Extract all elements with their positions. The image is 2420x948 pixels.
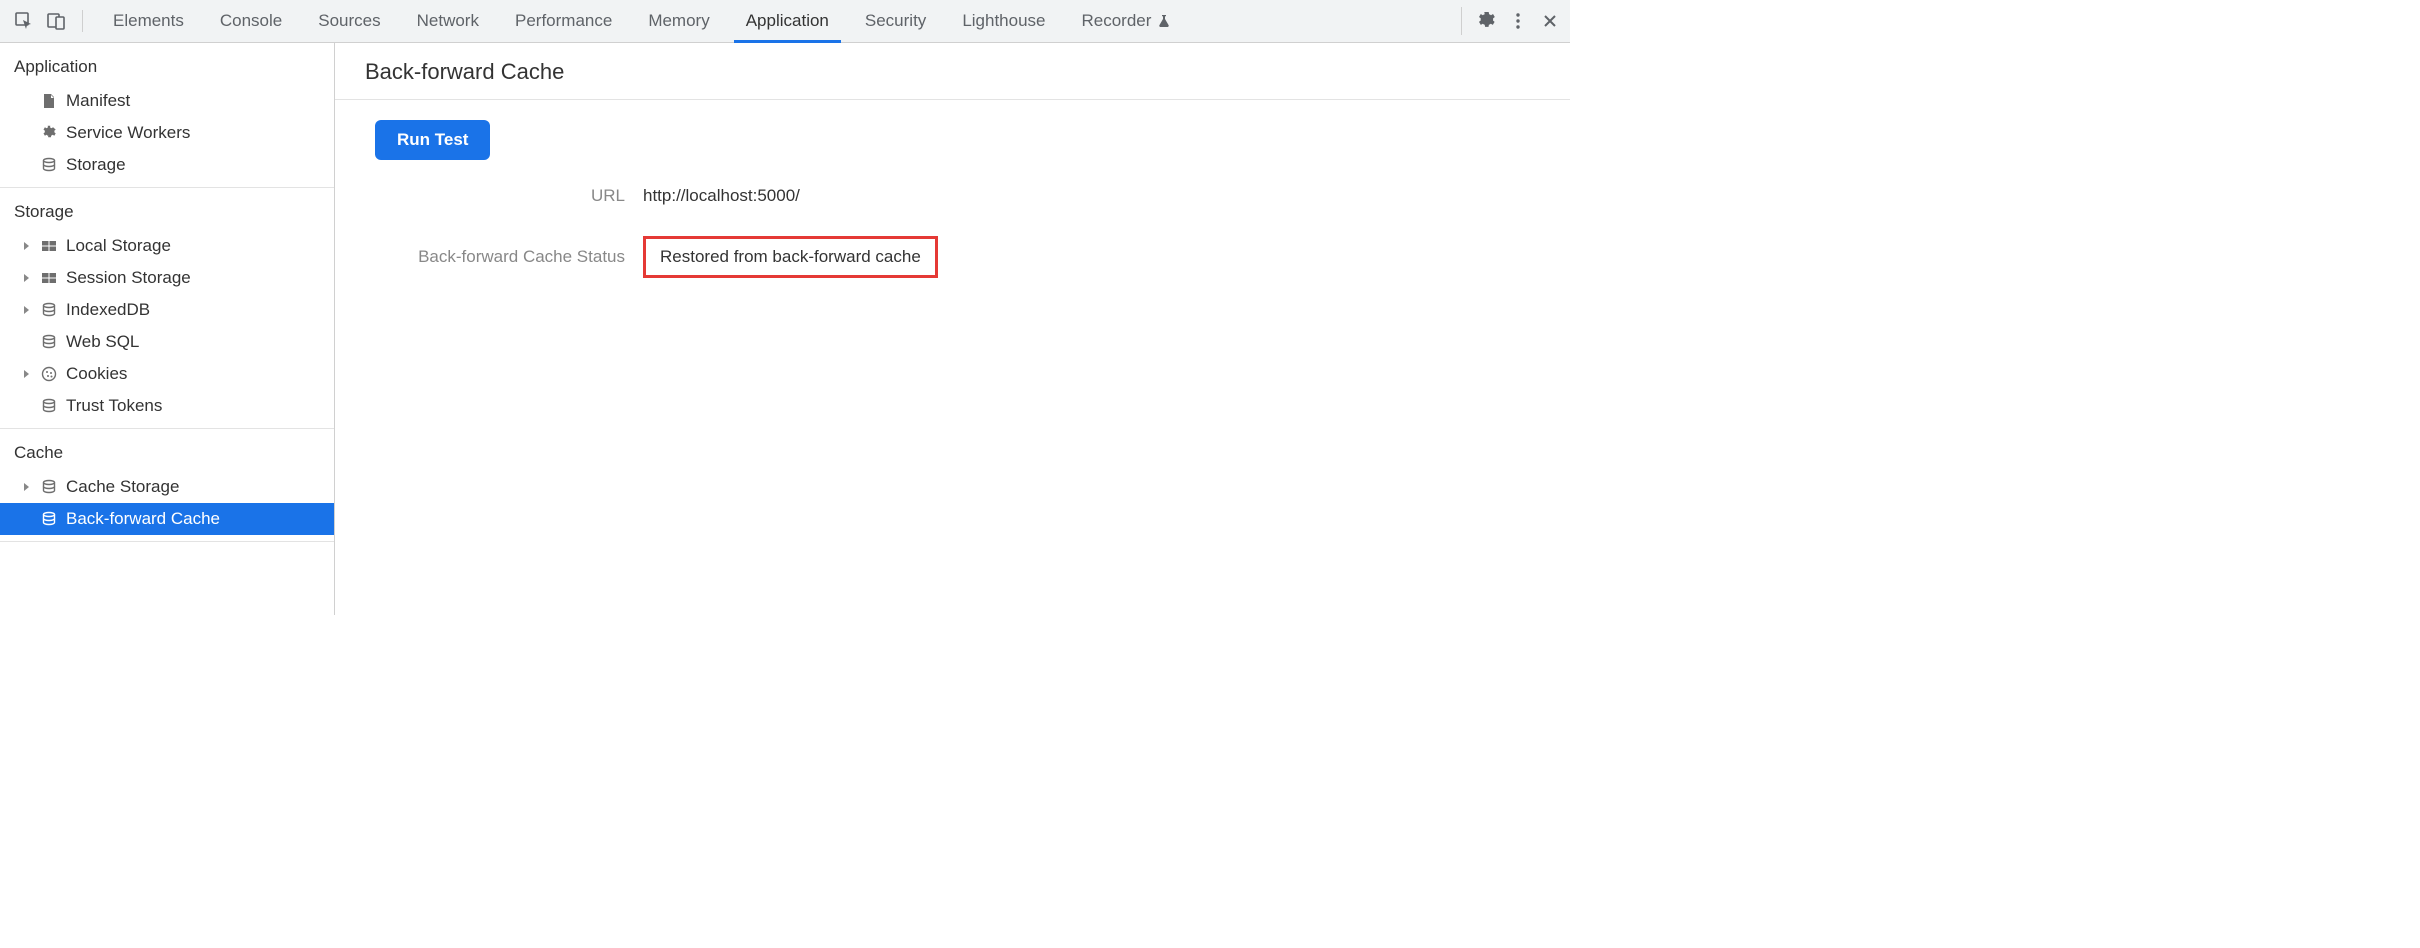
sidebar-item-label: Back-forward Cache bbox=[66, 509, 220, 529]
divider bbox=[82, 10, 83, 32]
database-icon bbox=[40, 156, 58, 174]
table-icon bbox=[40, 269, 58, 287]
sidebar-group-title: Cache bbox=[0, 429, 334, 471]
sidebar-item-label: Session Storage bbox=[66, 268, 191, 288]
status-label: Back-forward Cache Status bbox=[375, 247, 625, 267]
sidebar-group-title: Storage bbox=[0, 188, 334, 230]
sidebar-item-label: Local Storage bbox=[66, 236, 171, 256]
panel-title: Back-forward Cache bbox=[365, 59, 1570, 85]
expand-arrow-icon[interactable] bbox=[20, 368, 32, 380]
cookie-icon bbox=[40, 365, 58, 383]
database-icon bbox=[40, 301, 58, 319]
expand-arrow-icon[interactable] bbox=[20, 481, 32, 493]
bfcache-panel: Back-forward Cache Run Test URL http://l… bbox=[335, 43, 1570, 615]
database-icon bbox=[40, 397, 58, 415]
sidebar-item-label: IndexedDB bbox=[66, 300, 150, 320]
sidebar-item-bfcache[interactable]: Back-forward Cache bbox=[0, 503, 334, 535]
tab-sources[interactable]: Sources bbox=[300, 0, 398, 42]
table-icon bbox=[40, 237, 58, 255]
sidebar-item-label: Trust Tokens bbox=[66, 396, 162, 416]
database-icon bbox=[40, 510, 58, 528]
tab-label: Memory bbox=[648, 11, 709, 31]
sidebar-item-storage[interactable]: Storage bbox=[0, 149, 334, 181]
url-label: URL bbox=[375, 186, 625, 206]
tab-console[interactable]: Console bbox=[202, 0, 300, 42]
gear-icon bbox=[40, 124, 58, 142]
file-icon bbox=[40, 92, 58, 110]
tab-performance[interactable]: Performance bbox=[497, 0, 630, 42]
sidebar-item-label: Cache Storage bbox=[66, 477, 179, 497]
device-toolbar-icon[interactable] bbox=[42, 7, 70, 35]
tab-label: Console bbox=[220, 11, 282, 31]
tab-network[interactable]: Network bbox=[399, 0, 497, 42]
tab-label: Recorder bbox=[1082, 11, 1152, 31]
settings-icon[interactable] bbox=[1472, 7, 1500, 35]
tab-label: Lighthouse bbox=[962, 11, 1045, 31]
sidebar-item-local-storage[interactable]: Local Storage bbox=[0, 230, 334, 262]
main-split: Application Manifest Service Workers Sto… bbox=[0, 43, 1570, 615]
tab-label: Performance bbox=[515, 11, 612, 31]
close-devtools-icon[interactable] bbox=[1536, 7, 1564, 35]
tab-application[interactable]: Application bbox=[728, 0, 847, 42]
tab-label: Elements bbox=[113, 11, 184, 31]
sidebar-item-manifest[interactable]: Manifest bbox=[0, 85, 334, 117]
tab-label: Sources bbox=[318, 11, 380, 31]
tab-elements[interactable]: Elements bbox=[95, 0, 202, 42]
sidebar-item-label: Web SQL bbox=[66, 332, 139, 352]
sidebar-item-session-storage[interactable]: Session Storage bbox=[0, 262, 334, 294]
sidebar-item-label: Storage bbox=[66, 155, 126, 175]
application-sidebar: Application Manifest Service Workers Sto… bbox=[0, 43, 335, 615]
status-value-cell: Restored from back-forward cache bbox=[643, 236, 1570, 278]
expand-arrow-icon[interactable] bbox=[20, 240, 32, 252]
tab-recorder[interactable]: Recorder bbox=[1064, 0, 1190, 42]
expand-arrow-icon[interactable] bbox=[20, 304, 32, 316]
panel-header: Back-forward Cache bbox=[335, 43, 1570, 100]
bfcache-report: URL http://localhost:5000/ Back-forward … bbox=[375, 186, 1570, 278]
tab-label: Security bbox=[865, 11, 926, 31]
flask-icon bbox=[1157, 14, 1171, 28]
sidebar-item-label: Manifest bbox=[66, 91, 130, 111]
tab-label: Network bbox=[417, 11, 479, 31]
more-options-icon[interactable] bbox=[1504, 7, 1532, 35]
sidebar-item-trust-tokens[interactable]: Trust Tokens bbox=[0, 390, 334, 422]
sidebar-item-indexeddb[interactable]: IndexedDB bbox=[0, 294, 334, 326]
devtools-tabstrip: Elements Console Sources Network Perform… bbox=[0, 0, 1570, 43]
tab-lighthouse[interactable]: Lighthouse bbox=[944, 0, 1063, 42]
status-value: Restored from back-forward cache bbox=[643, 236, 938, 278]
divider bbox=[0, 541, 334, 542]
run-test-button[interactable]: Run Test bbox=[375, 120, 490, 160]
tab-memory[interactable]: Memory bbox=[630, 0, 727, 42]
divider bbox=[1461, 7, 1462, 35]
panel-body: Run Test URL http://localhost:5000/ Back… bbox=[335, 100, 1570, 278]
sidebar-item-label: Cookies bbox=[66, 364, 127, 384]
inspect-element-icon[interactable] bbox=[10, 7, 38, 35]
expand-arrow-icon[interactable] bbox=[20, 272, 32, 284]
url-value: http://localhost:5000/ bbox=[643, 186, 1570, 206]
tab-security[interactable]: Security bbox=[847, 0, 944, 42]
sidebar-item-cache-storage[interactable]: Cache Storage bbox=[0, 471, 334, 503]
tab-label: Application bbox=[746, 11, 829, 31]
panel-tabs: Elements Console Sources Network Perform… bbox=[95, 0, 1189, 42]
database-icon bbox=[40, 478, 58, 496]
sidebar-item-label: Service Workers bbox=[66, 123, 190, 143]
sidebar-item-websql[interactable]: Web SQL bbox=[0, 326, 334, 358]
sidebar-item-cookies[interactable]: Cookies bbox=[0, 358, 334, 390]
sidebar-item-service-workers[interactable]: Service Workers bbox=[0, 117, 334, 149]
sidebar-group-title: Application bbox=[0, 43, 334, 85]
database-icon bbox=[40, 333, 58, 351]
